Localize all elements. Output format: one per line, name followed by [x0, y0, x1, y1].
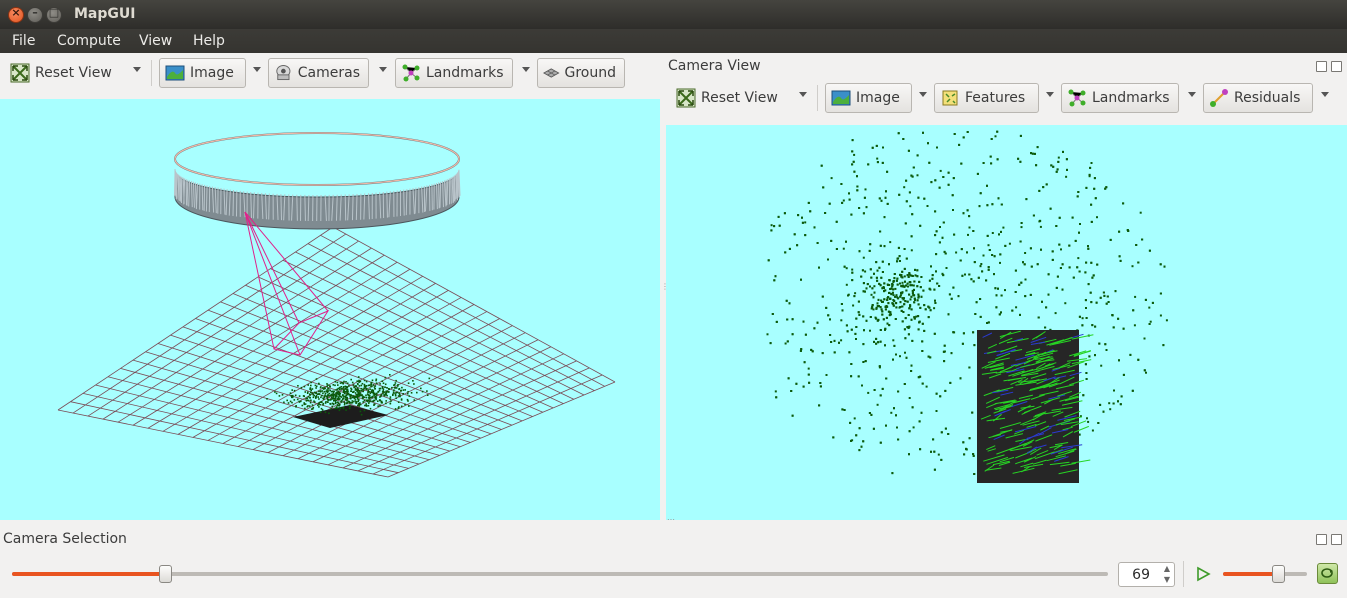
frame-slider-fill: [12, 572, 166, 576]
frame-spinbox[interactable]: 69 ▲ ▼: [1118, 562, 1175, 587]
spin-down-icon[interactable]: ▼: [1164, 575, 1170, 584]
dock-close-icon[interactable]: [1331, 534, 1342, 545]
world-3d-view[interactable]: [0, 99, 660, 520]
residuals-label: Residuals: [1234, 90, 1301, 106]
camera-image-label: Image: [856, 90, 900, 106]
landmarks-label: Landmarks: [426, 65, 504, 81]
ground-grid: [57, 226, 616, 478]
camera-reset-view-label: Reset View: [701, 90, 778, 106]
menu-view[interactable]: View: [139, 33, 172, 49]
reset-view-label: Reset View: [35, 65, 112, 81]
dock-splitter[interactable]: ⋮: [667, 516, 676, 524]
ground-icon: [543, 68, 560, 78]
landmarks-toggle-button[interactable]: Landmarks: [395, 58, 513, 88]
toolbar-separator: [151, 60, 152, 86]
features-toggle-button[interactable]: Features: [934, 83, 1039, 113]
reset-view-icon: [676, 88, 696, 108]
image-label: Image: [190, 65, 234, 81]
dock-float-icon[interactable]: [1316, 534, 1327, 545]
residuals-dropdown[interactable]: [1321, 92, 1329, 97]
dock-close-icon[interactable]: [1331, 61, 1342, 72]
speed-slider-fill: [1223, 572, 1278, 576]
camera-view-dock-title: Camera View: [668, 58, 761, 74]
ground-toggle-button[interactable]: Ground: [537, 58, 625, 88]
window-title: MapGUI: [74, 6, 136, 22]
maximize-icon: □: [48, 6, 60, 19]
reset-view-icon: [10, 63, 30, 83]
ground-label: Ground: [564, 65, 617, 81]
speed-slider[interactable]: [1223, 565, 1307, 583]
world-3d-scene[interactable]: [0, 99, 660, 520]
speed-slider-handle[interactable]: [1271, 565, 1285, 583]
camera-icon: [276, 65, 291, 81]
features-dropdown[interactable]: [1046, 92, 1054, 97]
features-icon: [942, 90, 958, 106]
cameras-toggle-button[interactable]: Cameras: [268, 58, 369, 88]
residuals-toggle-button[interactable]: Residuals: [1203, 83, 1313, 113]
toolbar-separator: [1183, 561, 1184, 587]
play-icon[interactable]: [1195, 566, 1211, 582]
minimize-window-button[interactable]: –: [27, 6, 43, 23]
spin-up-icon[interactable]: ▲: [1164, 564, 1170, 573]
loop-icon: [1321, 568, 1333, 578]
camera-2d-view[interactable]: [666, 125, 1347, 520]
menu-compute[interactable]: Compute: [57, 33, 121, 49]
maximize-window-button[interactable]: □: [46, 6, 62, 23]
frame-spinbox-value[interactable]: 69: [1132, 567, 1150, 583]
camera-ring: [173, 132, 461, 230]
reset-view-dropdown[interactable]: [133, 67, 141, 72]
window-titlebar: × – □ MapGUI: [0, 0, 1347, 29]
world-view-toolbar: Reset View Image Cameras Landmarks Groun…: [0, 54, 660, 92]
reset-view-button[interactable]: Reset View: [4, 58, 132, 88]
frame-slider-handle[interactable]: [159, 565, 173, 583]
image-icon: [165, 65, 185, 81]
frame-slider[interactable]: [12, 565, 1108, 583]
menu-bar: File Compute View Help: [0, 29, 1347, 53]
minimize-icon: –: [32, 6, 38, 19]
camera-2d-scene[interactable]: [666, 125, 1347, 520]
image-toggle-button[interactable]: Image: [159, 58, 246, 88]
close-window-button[interactable]: ×: [8, 6, 24, 23]
camera-image-dropdown[interactable]: [919, 92, 927, 97]
image-icon: [831, 90, 851, 106]
landmarks-dropdown[interactable]: [522, 67, 530, 72]
camera-landmarks-dropdown[interactable]: [1188, 92, 1196, 97]
dock-float-icon[interactable]: [1316, 61, 1327, 72]
close-icon: ×: [11, 6, 21, 19]
toolbar-separator: [817, 85, 818, 111]
camera-image-toggle-button[interactable]: Image: [825, 83, 912, 113]
camera-reset-view-button[interactable]: Reset View: [670, 83, 798, 113]
features-label: Features: [965, 90, 1026, 106]
camera-selection-dock-title: Camera Selection: [3, 531, 127, 547]
projected-landmarks: [766, 130, 1168, 475]
camera-landmarks-label: Landmarks: [1092, 90, 1170, 106]
menu-file[interactable]: File: [12, 33, 35, 49]
cameras-dropdown[interactable]: [379, 67, 387, 72]
menu-help[interactable]: Help: [193, 33, 225, 49]
cameras-label: Cameras: [297, 65, 360, 81]
landmarks-icon: [1068, 89, 1086, 107]
loop-button[interactable]: [1317, 563, 1338, 584]
image-dropdown[interactable]: [253, 67, 261, 72]
camera-reset-view-dropdown[interactable]: [799, 92, 807, 97]
camera-landmarks-toggle-button[interactable]: Landmarks: [1061, 83, 1179, 113]
camera-view-toolbar: Reset View Image Features Landmarks Resi…: [666, 79, 1347, 117]
landmarks-icon: [402, 64, 420, 82]
residuals-icon: [1210, 89, 1228, 107]
